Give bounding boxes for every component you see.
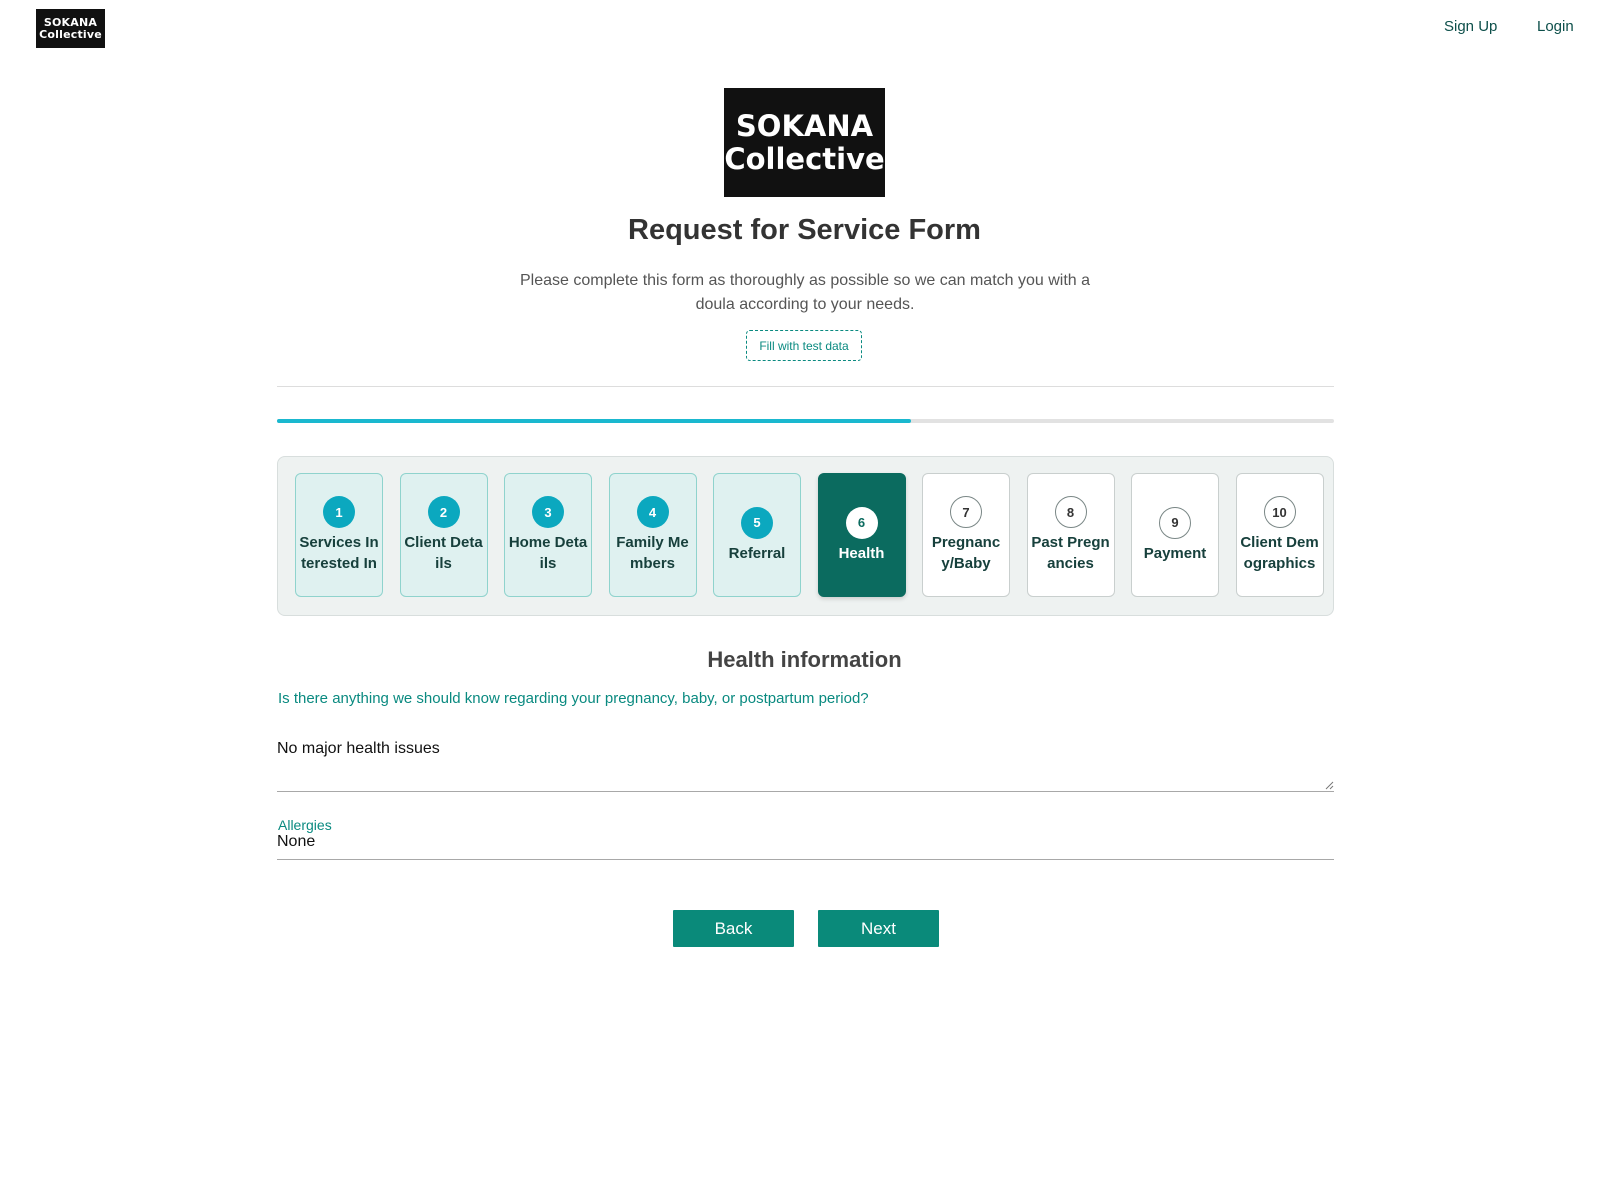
allergies-label: Allergies [278, 817, 332, 833]
brand-logo-line1: SOKANA [735, 108, 874, 143]
step-number-badge: 1 [323, 496, 355, 528]
step-label: Services Interested In [299, 534, 379, 572]
step-label: Client Demographics [1240, 534, 1319, 572]
step-number-badge: 2 [427, 496, 460, 528]
header-logo-line2: Collective [39, 27, 102, 41]
step-4[interactable]: 4 Family Members [608, 473, 697, 597]
step-number-badge: 8 [1054, 496, 1087, 528]
step-2[interactable]: 2 Client Details [399, 473, 488, 597]
step-9[interactable]: 9 Payment [1131, 473, 1219, 597]
step-number-badge: 6 [845, 506, 878, 539]
step-3[interactable]: 3 Home Details [504, 473, 592, 597]
health-textarea-value: No major health issues [277, 740, 440, 757]
step-number-badge: 3 [532, 496, 564, 528]
step-1[interactable]: 1 Services Interested In [295, 473, 383, 597]
resize-handle-icon[interactable] [1324, 780, 1334, 790]
login-link[interactable]: Login [1537, 18, 1574, 35]
step-8[interactable]: 8 Past Pregnancies [1026, 473, 1115, 597]
step-label: Referral [728, 544, 786, 562]
step-label: Health [838, 544, 885, 562]
step-6[interactable]: 6 Health [817, 473, 906, 597]
step-label: Client Details [404, 534, 483, 572]
step-label: Home Details [508, 534, 588, 572]
page-title: Request for Service Form [628, 214, 981, 246]
step-number-badge: 5 [741, 506, 773, 539]
step-label: Payment [1143, 544, 1207, 562]
progress-bar [277, 419, 1334, 423]
fill-test-data-button[interactable]: Fill with test data [746, 330, 862, 361]
step-navigator: 1 Services Interested In 2 Client Details 3 H… [277, 456, 1334, 616]
step-number-badge: 7 [950, 496, 982, 528]
progress-fill [277, 419, 912, 423]
step-number-badge: 4 [636, 496, 669, 528]
back-button[interactable]: Back [673, 910, 794, 947]
step-label: Pregnancy/Baby [931, 534, 1001, 572]
allergies-input[interactable]: None [277, 833, 1334, 860]
divider [277, 386, 1334, 387]
next-button[interactable]: Next [818, 910, 939, 947]
step-label: Past Pregnancies [1031, 534, 1110, 572]
health-textarea[interactable]: No major health issues [277, 740, 1334, 792]
brand-logo: SOKANA Collective [724, 88, 885, 197]
brand-logo-line2: Collective [724, 141, 885, 176]
page-subtitle: Please complete this form as thoroughly … [519, 272, 1091, 313]
allergies-value: None [277, 833, 316, 850]
step-10[interactable]: 10 Client Demographics [1235, 473, 1324, 597]
header-logo-line1: SOKANA [43, 15, 98, 29]
step-number-badge: 9 [1159, 506, 1191, 539]
step-5[interactable]: 5 Referral [713, 473, 801, 597]
step-number-badge: 10 [1263, 496, 1296, 528]
health-question-label: Is there anything we should know regardi… [278, 690, 869, 707]
step-label: Family Members [616, 534, 689, 572]
signup-link[interactable]: Sign Up [1444, 18, 1497, 35]
header-logo[interactable]: SOKANA Collective [36, 9, 105, 48]
section-title: Health information [707, 647, 902, 672]
step-7[interactable]: 7 Pregnancy/Baby [922, 473, 1010, 597]
top-bar: SOKANA Collective Sign Up Login [0, 0, 1600, 60]
